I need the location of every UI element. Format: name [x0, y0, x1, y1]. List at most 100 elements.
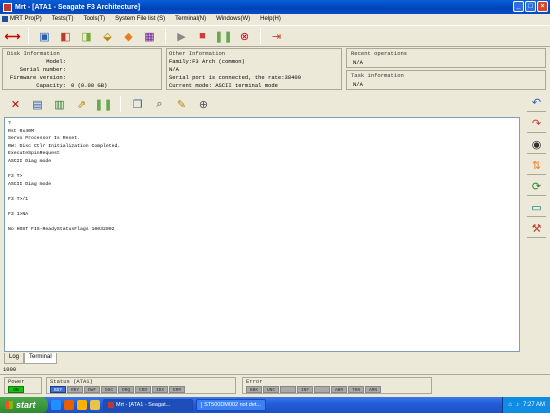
recent-ops-panel: Recent operations N/A [346, 48, 546, 68]
minimize-button[interactable]: _ [513, 1, 524, 12]
bottom-tabs: Log Terminal [4, 353, 57, 364]
error-title: Error [246, 378, 263, 385]
error-flags: BBK UNC INF ABR T0N AMN [246, 386, 382, 393]
menu-tools[interactable]: Tools(T) [83, 16, 105, 22]
copy-icon[interactable]: ❐ [129, 96, 146, 113]
export-icon[interactable]: ⇗ [73, 96, 90, 113]
status-flag: DWF [84, 386, 100, 393]
quicklaunch-folder-icon[interactable] [90, 400, 100, 410]
window-title: Mrt - [ATA1 - Seagate F3 Architecture] [15, 3, 141, 11]
status-flag: DRQ [118, 386, 134, 393]
terminal-text: ? Rst 0x40M Servo Processor Is Reset. RW: D… [5, 118, 519, 236]
error-flag: AMN [365, 386, 381, 393]
status-area: 1000 Power ON Status (ATA1) BSY RDY DWF … [0, 366, 550, 396]
disk-icon[interactable]: ◉ [527, 135, 546, 154]
tab-log[interactable]: Log [4, 353, 25, 364]
status-flag: ERR [169, 386, 185, 393]
terminal-line: RW: Disc Ctlr Initialization Completed. [8, 143, 121, 149]
mrt-task-icon [108, 402, 114, 408]
firmware-label: Firmware version: [9, 74, 66, 81]
drive-icon[interactable]: ▣ [36, 28, 53, 45]
toolbar-separator [165, 28, 166, 44]
capacity-label: Capacity: [36, 82, 66, 89]
terminal-output[interactable]: ? Rst 0x40M Servo Processor Is Reset. RW: D… [4, 117, 520, 352]
terminal-line: ? [8, 121, 11, 126]
drive-tools-icon[interactable]: ⬙ [99, 28, 116, 45]
task-info-title: Task information [351, 72, 404, 79]
status-flag: RDY [67, 386, 83, 393]
status-ata-panel: Status (ATA1) BSY RDY DWF DSC DRQ CRR ID… [46, 377, 236, 394]
main-toolbar: ⟷ ▣ ◧ ◨ ⬙ ◆ ▦ ▶ ■ ❚❚ ⊗ ⇥ [0, 25, 550, 47]
stop-icon[interactable]: ■ [194, 28, 211, 45]
error-flag: BBK [246, 386, 262, 393]
drive-read-icon[interactable]: ◧ [57, 28, 74, 45]
status-divider [0, 374, 550, 375]
status-number: 1000 [3, 366, 17, 373]
find-icon[interactable]: ⌕ [151, 96, 168, 113]
maximize-button[interactable]: □ [525, 1, 536, 12]
quicklaunch-media-icon[interactable] [77, 400, 87, 410]
error-flag: T0N [348, 386, 364, 393]
app-icon [3, 2, 12, 12]
toolbar-separator [28, 28, 29, 44]
error-flag [280, 386, 296, 393]
power-panel: Power ON [4, 377, 42, 394]
drive-write-icon[interactable]: ◨ [78, 28, 95, 45]
task-st500-window[interactable]: ST500DM002 not det... [196, 399, 266, 411]
start-button[interactable]: start [0, 397, 48, 413]
terminal-line: F3 T>/1 [8, 196, 29, 202]
menu-help[interactable]: Help(H) [260, 16, 281, 22]
menu-tests[interactable]: Tests(T) [52, 16, 74, 22]
error-flag [314, 386, 330, 393]
play-icon[interactable]: ▶ [173, 28, 190, 45]
network-icon[interactable]: ⌂ [508, 402, 512, 408]
package-icon[interactable]: ◆ [120, 28, 137, 45]
task-info-panel: Task information N/A [346, 70, 546, 90]
quicklaunch-browser-icon[interactable] [51, 400, 61, 410]
quicklaunch-firefox-icon[interactable] [64, 400, 74, 410]
toolbar-separator [120, 96, 121, 112]
menu-windows[interactable]: Windows(W) [216, 16, 250, 22]
clear-icon[interactable]: ✕ [7, 96, 24, 113]
error-flag: ABR [331, 386, 347, 393]
terminal-line: Servo Processor Is Reset. [8, 136, 80, 142]
exit-icon[interactable]: ⇥ [268, 28, 285, 45]
menu-mrt-icon [2, 16, 8, 22]
serial-port-text: Serial port is connected, the rate:38400 [169, 74, 302, 81]
save-as-icon[interactable]: ▥ [51, 96, 68, 113]
redo-icon[interactable]: ↷ [527, 114, 546, 133]
menu-mrt-pro[interactable]: MRT Pro(P) [2, 16, 42, 22]
title-bar: Mrt - [ATA1 - Seagate F3 Architecture] _… [0, 0, 550, 14]
chip-icon[interactable]: ▦ [141, 28, 158, 45]
terminal-line: Rst 0x40M [8, 128, 34, 134]
menu-system-file-list[interactable]: System File list (S) [115, 16, 165, 22]
tool-icon[interactable]: ⚒ [527, 219, 546, 238]
menu-terminal[interactable]: Terminal(N) [175, 16, 206, 22]
model-label: Model: [46, 58, 66, 65]
undo-icon[interactable]: ↶ [527, 93, 546, 112]
family-text: Family:F3 Arch (common) [169, 58, 245, 65]
terminal-line: ASCII Diag mode [8, 158, 52, 164]
current-mode-text: Current mode: ASCII terminal mode [169, 82, 278, 89]
task-mrt-window[interactable]: Mrt - [ATA1 - Seagat... [103, 399, 193, 411]
cancel-icon[interactable]: ⊗ [236, 28, 253, 45]
save-icon[interactable]: ▤ [29, 96, 46, 113]
refresh-icon[interactable]: ⟳ [527, 177, 546, 196]
windows-logo-icon [5, 401, 13, 409]
edit-icon[interactable]: ✎ [173, 96, 190, 113]
sort-icon[interactable]: ⇅ [527, 156, 546, 175]
start-label: start [16, 400, 36, 410]
close-button[interactable]: × [537, 1, 548, 12]
pause-icon[interactable]: ❚❚ [94, 96, 112, 113]
connect-icon[interactable]: ⟷ [4, 28, 21, 45]
screen-icon[interactable]: ▭ [527, 198, 546, 217]
system-tray: ⌂ ♪ 7:27 AM [502, 397, 550, 413]
pause-icon[interactable]: ❚❚ [214, 28, 232, 45]
tab-terminal[interactable]: Terminal [24, 353, 57, 364]
volume-icon[interactable]: ♪ [516, 402, 519, 408]
menu-bar: MRT Pro(P) Tests(T) Tools(T) System File… [0, 14, 550, 24]
zoom-icon[interactable]: ⊕ [195, 96, 212, 113]
